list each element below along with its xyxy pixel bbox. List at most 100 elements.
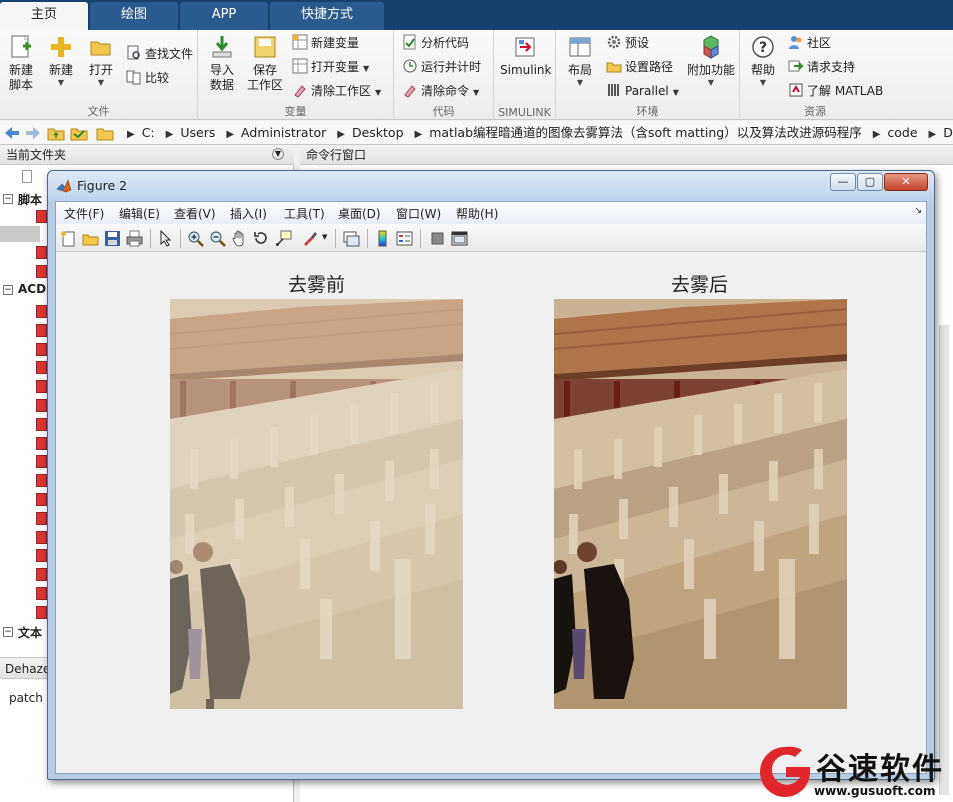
new-button[interactable]: 新建 ▼ [44,34,78,88]
hide-plot-tools-icon[interactable] [429,230,446,247]
menu-edit[interactable]: 编辑(E) [119,205,160,222]
open-button[interactable]: 打开 ▼ [84,34,118,88]
png-file-icon[interactable] [36,549,47,563]
compare-button[interactable]: 比较 [126,68,169,88]
new-variable-button[interactable]: 新建变量 [292,33,359,53]
tab-apps[interactable]: APP [180,2,268,30]
selected-row[interactable] [0,226,40,242]
crumb-users[interactable]: Users [180,125,215,140]
layout-button[interactable]: 布局 ▼ [562,34,598,88]
import-data-button[interactable]: 导入 数据 [204,34,240,93]
undock-arrow-icon[interactable]: ↘ [914,206,922,216]
analyze-code-button[interactable]: 分析代码 [402,33,469,53]
menu-view[interactable]: 查看(V) [174,205,216,222]
rotate-3d-icon[interactable] [253,230,270,247]
back-arrow-icon[interactable] [3,125,21,141]
png-file-icon[interactable] [36,605,47,619]
tree-collapse-icon[interactable]: − [3,194,13,204]
request-support-button[interactable]: 请求支持 [788,57,855,77]
environment-group-label: 环境 [636,105,659,118]
details-tab[interactable]: Dehaze [0,657,50,679]
png-file-icon[interactable] [36,530,47,544]
link-plot-icon[interactable] [343,230,360,247]
png-file-icon[interactable] [36,455,47,469]
png-file-icon[interactable] [36,380,47,394]
brush-icon[interactable] [301,230,318,247]
png-file-icon[interactable] [36,436,47,450]
crumb-dehaze[interactable]: DeHaze [943,125,953,140]
ribbon-toolstrip: 新建 脚本 新建 ▼ 打开 ▼ 查找文件 比较 文件 导入 数据 保存 工作区 [0,30,953,120]
tree-collapse-icon[interactable]: − [3,285,13,295]
menu-insert[interactable]: 插入(I) [230,205,267,222]
learn-matlab-button[interactable]: 了解 MATLAB [788,81,883,101]
png-file-icon[interactable] [36,493,47,506]
menu-tools[interactable]: 工具(T) [284,205,325,222]
tree-collapse-icon[interactable]: − [3,627,13,637]
crumb-desktop[interactable]: Desktop [352,125,404,140]
up-folder-icon[interactable] [47,125,65,141]
png-file-icon[interactable] [36,342,47,356]
browse-folder-icon[interactable] [70,125,88,141]
simulink-button[interactable]: Simulink [500,34,551,78]
show-plot-tools-icon[interactable] [451,230,468,247]
panel-actions-icon[interactable]: ▼ [272,148,284,160]
crumb-drive[interactable]: C: [142,125,155,140]
tab-plots[interactable]: 绘图 [90,2,178,30]
run-and-time-button[interactable]: 运行并计时 [402,57,481,77]
parallel-button[interactable]: Parallel ▼ [606,81,679,101]
new-figure-icon[interactable] [60,230,77,247]
clear-workspace-button[interactable]: 清除工作区 ▼ [292,81,381,101]
addons-button[interactable]: 附加功能 ▼ [686,34,736,88]
pan-hand-icon[interactable] [231,230,248,247]
open-file-icon[interactable] [82,230,99,247]
menu-window[interactable]: 窗口(W) [396,205,441,222]
menu-help[interactable]: 帮助(H) [456,205,498,222]
community-button[interactable]: 社区 [788,33,831,53]
minimize-button[interactable]: — [830,173,856,191]
colorbar-icon[interactable] [374,230,391,247]
chevron-down-icon[interactable]: ▼ [322,233,327,241]
legend-icon[interactable] [396,230,413,247]
tab-home[interactable]: 主页 [0,2,88,30]
help-button[interactable]: ? 帮助 ▼ [744,34,782,88]
forward-arrow-icon[interactable] [24,125,42,141]
clear-commands-button[interactable]: 清除命令 ▼ [402,81,479,101]
save-workspace-button[interactable]: 保存 工作区 [246,34,284,93]
menu-desktop[interactable]: 桌面(D) [338,205,381,222]
png-file-icon[interactable] [36,305,47,318]
png-file-icon[interactable] [36,587,47,600]
pointer-arrow-icon[interactable] [157,230,174,247]
preferences-button[interactable]: 预设 [606,33,649,53]
tab-shortcuts[interactable]: 快捷方式 [270,2,384,30]
open-variable-icon [292,58,308,74]
root-folder-icon[interactable] [96,125,114,141]
print-icon[interactable] [126,230,143,247]
find-files-button[interactable]: 查找文件 [126,44,193,64]
zoom-out-icon[interactable] [209,230,226,247]
png-file-icon[interactable] [36,361,47,375]
set-path-button[interactable]: 设置路径 [606,57,673,77]
png-file-icon[interactable] [36,399,47,412]
crumb-project-folder[interactable]: matlab编程暗通道的图像去雾算法（含soft matting）以及算法改进源… [429,125,862,140]
png-file-icon[interactable] [36,511,47,525]
crumb-administrator[interactable]: Administrator [241,125,326,140]
analyze-code-icon [403,34,416,50]
png-file-icon[interactable] [36,568,47,582]
crumb-code[interactable]: code [887,125,917,140]
data-cursor-icon[interactable] [275,230,292,247]
figure-titlebar[interactable]: Figure 2 — ▢ ✕ [48,171,934,201]
open-variable-button[interactable]: 打开变量 ▼ [292,57,369,77]
close-button[interactable]: ✕ [884,173,928,191]
tree-text-label[interactable]: 文本 [18,624,42,641]
maximize-button[interactable]: ▢ [857,173,883,191]
menu-file[interactable]: 文件(F) [64,205,104,222]
png-file-icon[interactable] [36,323,47,337]
zoom-in-icon[interactable] [187,230,204,247]
dehazed-image [554,299,847,709]
png-file-icon[interactable] [36,474,47,488]
new-script-button[interactable]: 新建 脚本 [4,34,38,93]
tree-scripts-label[interactable]: 脚本 [18,191,42,208]
save-icon[interactable] [104,230,121,247]
png-file-icon[interactable] [36,417,47,431]
scrollbar[interactable] [939,325,949,795]
